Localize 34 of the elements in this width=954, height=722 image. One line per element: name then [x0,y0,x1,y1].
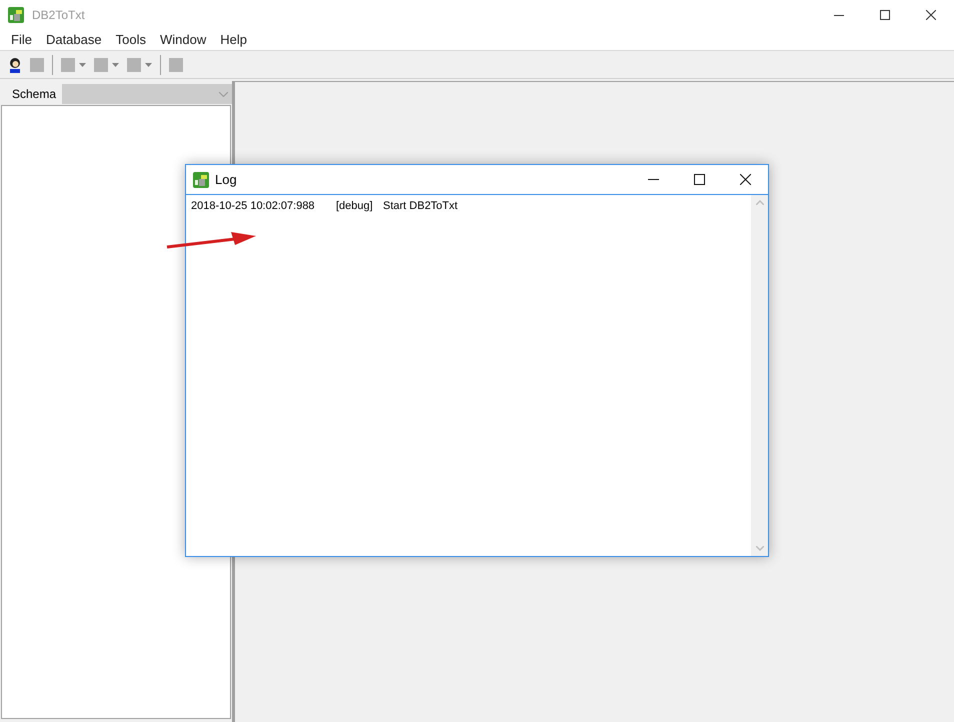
scroll-up-icon [756,200,764,205]
schema-label: Schema [11,86,58,103]
menu-item[interactable]: Window [152,30,214,50]
menu-item[interactable]: File [4,30,39,50]
caret-icon [145,62,152,66]
minimize-icon [648,179,658,180]
scroll-down-icon [756,546,764,551]
close-icon [740,174,750,185]
minimize-icon [834,14,844,16]
chevron-down-icon [219,92,228,96]
log-window-icon [193,172,209,188]
scrollbar[interactable] [751,195,768,556]
caret-icon [79,62,86,66]
caret-icon [112,62,119,66]
person-icon [8,56,22,72]
toolbar-icon [30,58,44,72]
schema-dropdown[interactable] [62,84,232,104]
maximize-icon [694,174,704,185]
menu-item[interactable]: Help [213,30,254,50]
toolbar-icon [94,58,108,72]
log-time: 2018-10-25 10:02:07:988 [191,199,316,214]
toolbar-icon [169,58,183,72]
log-window-title: Log [215,170,237,189]
menu-item[interactable]: Database [38,30,109,50]
toolbar-icon [61,58,75,72]
window-title: DB2ToTxt [32,7,85,24]
log-text-area[interactable]: 2018-10-25 10:02:07:988 [debug] Start DB2ToTxt [186,195,751,556]
close-icon [926,10,936,20]
maximize-icon [880,10,890,20]
log-message: Start DB2ToTxt [383,199,458,214]
app-icon [8,7,24,23]
log-level: [debug] [336,199,374,214]
toolbar-icon [127,58,141,72]
menu-item[interactable]: Tools [108,30,153,50]
